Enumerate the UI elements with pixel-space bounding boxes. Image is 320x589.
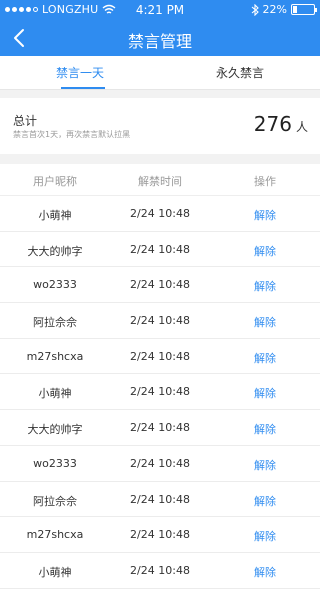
- unban-time: 2/24 10:48: [130, 528, 190, 542]
- battery-percent: 22%: [262, 3, 287, 16]
- table-row: m27shcxa 2/24 10:48 解除: [0, 517, 320, 553]
- unban-time: 2/24 10:48: [130, 456, 190, 470]
- navigation-bar: 禁言管理: [0, 20, 320, 56]
- release-button[interactable]: 解除: [210, 243, 320, 259]
- summary-title: 总计: [13, 114, 38, 128]
- unban-time: 2/24 10:48: [130, 349, 190, 363]
- table-row: 阿拉佘佘 2/24 10:48 解除: [0, 303, 320, 339]
- tab-mute-permanent[interactable]: 永久禁言: [160, 56, 320, 90]
- release-button[interactable]: 解除: [210, 350, 320, 366]
- header-nickname: 用户昵称: [33, 175, 77, 188]
- table-row: 小萌神 2/24 10:48 解除: [0, 196, 320, 232]
- unban-time: 2/24 10:48: [130, 385, 190, 399]
- user-nickname: 大大的帅字: [27, 244, 83, 258]
- summary-note: 禁言首次1天，再次禁言默认拉黑: [13, 130, 131, 139]
- user-nickname: 小萌神: [38, 209, 72, 222]
- status-bar: LONGZHU 4:21 PM 22%: [0, 0, 320, 20]
- table-row: 小萌神 2/24 10:48 解除: [0, 374, 320, 411]
- user-nickname: 大大的帅字: [27, 423, 83, 437]
- user-nickname: 阿拉佘佘: [33, 316, 77, 330]
- active-tab-indicator: [61, 87, 105, 89]
- user-nickname: wo2333: [33, 278, 77, 292]
- release-button[interactable]: 解除: [210, 314, 320, 330]
- unban-time: 2/24 10:48: [130, 314, 190, 328]
- release-button[interactable]: 解除: [210, 278, 320, 294]
- summary-count: 276 人: [254, 112, 308, 136]
- table-row: m27shcxa 2/24 10:48 解除: [0, 339, 320, 375]
- table-row: wo2333 2/24 10:48 解除: [0, 446, 320, 482]
- release-button[interactable]: 解除: [210, 207, 320, 223]
- section-divider: [0, 90, 320, 98]
- unban-time: 2/24 10:48: [130, 242, 190, 256]
- battery-level: [293, 6, 297, 13]
- user-nickname: m27shcxa: [26, 528, 84, 542]
- summary-card: 总计 禁言首次1天，再次禁言默认拉黑 276 人: [0, 98, 320, 154]
- header-unban-time: 解禁时间: [138, 175, 182, 188]
- total-count: 276: [253, 112, 292, 136]
- unban-time: 2/24 10:48: [130, 278, 190, 292]
- table-row: 小萌神 2/24 10:48 解除: [0, 553, 320, 589]
- table-header: 用户昵称 解禁时间 操作: [0, 164, 320, 196]
- muted-user-list: 小萌神 2/24 10:48 解除 大大的帅字 2/24 10:48 解除 wo2333 2/…: [0, 196, 320, 589]
- release-button[interactable]: 解除: [210, 493, 320, 509]
- table-row: 阿拉佘佘 2/24 10:48 解除: [0, 482, 320, 518]
- unban-time: 2/24 10:48: [130, 492, 190, 506]
- unban-time: 2/24 10:48: [130, 421, 190, 435]
- unban-time: 2/24 10:48: [130, 207, 190, 220]
- section-divider: [0, 154, 320, 164]
- release-button[interactable]: 解除: [210, 528, 320, 544]
- tab-bar: 禁言一天 永久禁言: [0, 56, 320, 90]
- user-nickname: 小萌神: [38, 387, 72, 401]
- user-nickname: 阿拉佘佘: [33, 494, 77, 508]
- table-row: 大大的帅字 2/24 10:48 解除: [0, 232, 320, 268]
- release-button[interactable]: 解除: [210, 457, 320, 473]
- table-row: 大大的帅字 2/24 10:48 解除: [0, 410, 320, 446]
- bluetooth-icon: [251, 3, 259, 16]
- release-button[interactable]: 解除: [210, 421, 320, 437]
- status-right: 22%: [251, 3, 317, 16]
- battery-icon: [291, 4, 317, 15]
- page-title: 禁言管理: [127, 32, 192, 51]
- header-action: 操作: [254, 175, 276, 188]
- count-unit: 人: [295, 120, 308, 134]
- user-nickname: m27shcxa: [26, 349, 84, 363]
- user-nickname: wo2333: [33, 456, 77, 470]
- release-button[interactable]: 解除: [210, 564, 320, 580]
- user-nickname: 小萌神: [38, 565, 72, 579]
- unban-time: 2/24 10:48: [130, 563, 190, 577]
- table-row: wo2333 2/24 10:48 解除: [0, 267, 320, 304]
- tab-mute-one-day[interactable]: 禁言一天: [0, 56, 160, 90]
- release-button[interactable]: 解除: [210, 385, 320, 401]
